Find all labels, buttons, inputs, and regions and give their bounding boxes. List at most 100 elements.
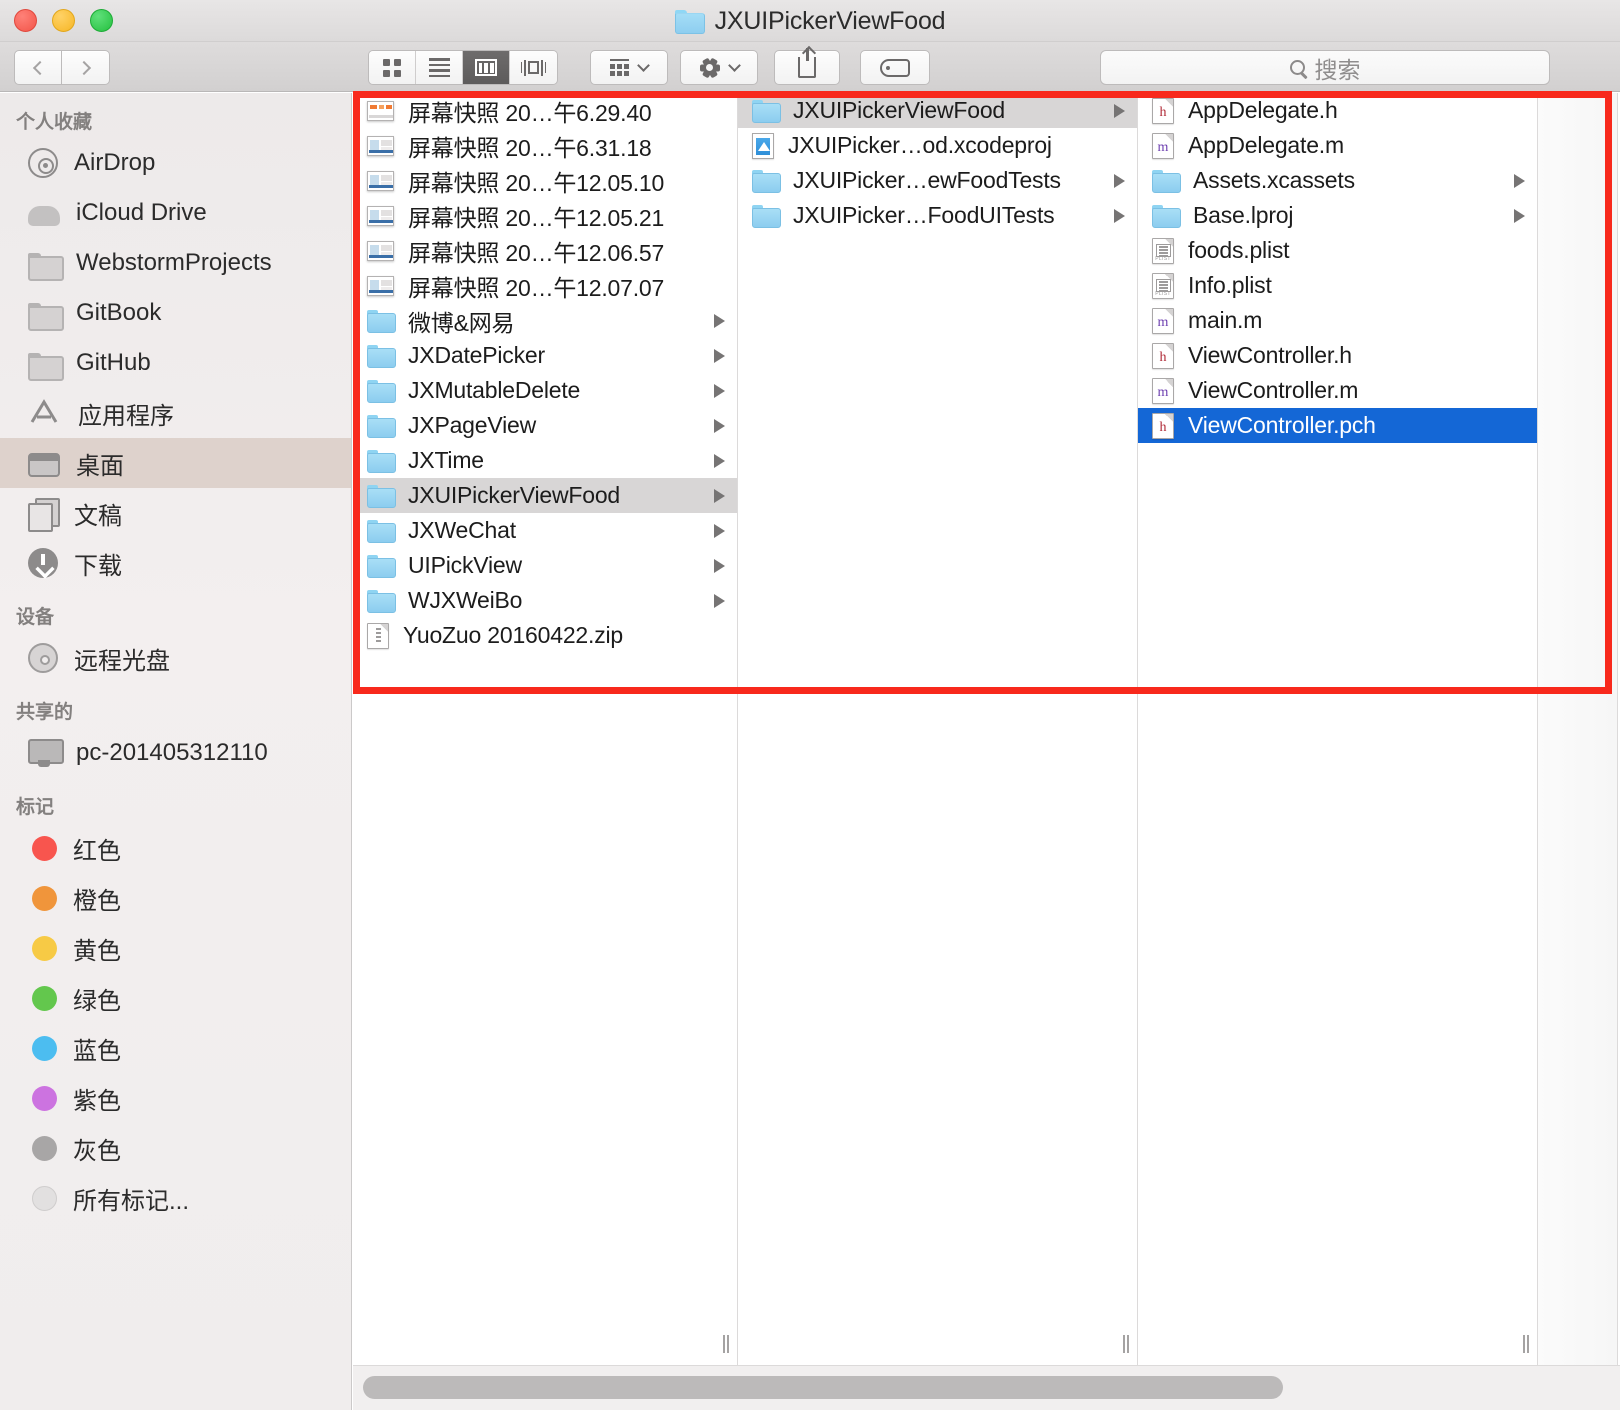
disclosure-triangle-icon[interactable] — [714, 488, 725, 503]
file-row[interactable]: JXWeChat — [353, 513, 737, 548]
sidebar-item-紫色[interactable]: 紫色 — [0, 1073, 351, 1123]
file-row[interactable]: 屏幕快照 20…午12.05.21 — [353, 198, 737, 233]
disclosure-triangle-icon[interactable] — [1114, 103, 1125, 118]
disclosure-triangle-icon[interactable] — [714, 593, 725, 608]
file-name: 屏幕快照 20…午6.29.40 — [408, 99, 652, 126]
file-row[interactable]: JXTime — [353, 443, 737, 478]
file-name: 屏幕快照 20…午12.06.57 — [408, 239, 665, 266]
sidebar-item-所有标记...[interactable]: 所有标记... — [0, 1173, 351, 1223]
disclosure-triangle-icon[interactable] — [714, 558, 725, 573]
tag-color-dot — [32, 835, 57, 861]
file-row[interactable]: JXUIPicker…od.xcodeproj — [738, 128, 1137, 163]
back-button[interactable] — [14, 50, 62, 85]
disclosure-triangle-icon[interactable] — [714, 313, 725, 328]
sidebar-item-桌面[interactable]: 桌面 — [0, 438, 351, 488]
file-row[interactable]: YuoZuo 20160422.zip — [353, 618, 737, 653]
coverflow-view-button[interactable] — [510, 51, 557, 84]
arrange-button[interactable] — [590, 50, 668, 85]
sidebar-item-灰色[interactable]: 灰色 — [0, 1123, 351, 1173]
sidebar-item-远程光盘[interactable]: 远程光盘 — [0, 633, 351, 683]
file-name: JXMutableDelete — [408, 377, 581, 403]
download-icon — [28, 548, 58, 578]
file-row[interactable]: WJXWeiBo — [353, 583, 737, 618]
folder-icon — [28, 252, 64, 281]
disclosure-triangle-icon[interactable] — [1114, 208, 1125, 223]
tag-button[interactable] — [860, 50, 930, 85]
file-row[interactable]: JXUIPickerViewFood — [353, 478, 737, 513]
grid-icon — [383, 58, 401, 77]
disclosure-triangle-icon[interactable] — [714, 348, 725, 363]
forward-button[interactable] — [62, 50, 110, 85]
list-view-button[interactable] — [416, 51, 463, 84]
file-row[interactable]: PLIST foods.plist — [1138, 233, 1537, 268]
sidebar-item-蓝色[interactable]: 蓝色 — [0, 1023, 351, 1073]
file-row[interactable]: h ViewController.h — [1138, 338, 1537, 373]
browser-column-4-empty[interactable] — [1538, 93, 1618, 1365]
file-name: JXUIPicker…od.xcodeproj — [788, 132, 1052, 158]
file-name: JXTime — [408, 447, 484, 473]
disclosure-triangle-icon[interactable] — [714, 383, 725, 398]
sidebar-item-label: GitHub — [76, 349, 151, 376]
file-row[interactable]: Base.lproj — [1138, 198, 1537, 233]
toolbar: 搜索 — [0, 42, 1620, 92]
sidebar-item-label: iCloud Drive — [76, 199, 207, 226]
sidebar-item-应用程序[interactable]: 应用程序 — [0, 388, 351, 438]
browser-column-3[interactable]: h AppDelegate.h m AppDelegate.m Assets.xcass… — [1138, 93, 1538, 1365]
icon-view-button[interactable] — [369, 51, 416, 84]
sidebar-item-红色[interactable]: 红色 — [0, 823, 351, 873]
column-view-button[interactable] — [463, 51, 510, 84]
sidebar-item-橙色[interactable]: 橙色 — [0, 873, 351, 923]
file-row[interactable]: JXUIPicker…ewFoodTests — [738, 163, 1137, 198]
sidebar-item-webstormprojects[interactable]: WebstormProjects — [0, 238, 351, 288]
sidebar-item-文稿[interactable]: 文稿 — [0, 488, 351, 538]
sidebar-item-绿色[interactable]: 绿色 — [0, 973, 351, 1023]
action-menu-button[interactable] — [680, 50, 758, 85]
file-name: JXWeChat — [408, 517, 516, 543]
search-field[interactable]: 搜索 — [1100, 50, 1550, 85]
file-row[interactable]: 屏幕快照 20…午6.29.40 — [353, 93, 737, 128]
file-row[interactable]: m ViewController.m — [1138, 373, 1537, 408]
file-row[interactable]: PLIST Info.plist — [1138, 268, 1537, 303]
source-file-icon: m — [1152, 307, 1174, 334]
sidebar-item-pc-201405312110[interactable]: pc-201405312110 — [0, 728, 351, 778]
sidebar-item-github[interactable]: GitHub — [0, 338, 351, 388]
sidebar-item-icloud-drive[interactable]: iCloud Drive — [0, 188, 351, 238]
sidebar-item-下载[interactable]: 下载 — [0, 538, 351, 588]
share-button[interactable] — [774, 48, 840, 85]
file-row[interactable]: h AppDelegate.h — [1138, 93, 1537, 128]
sidebar-item-黄色[interactable]: 黄色 — [0, 923, 351, 973]
column-resize-grip[interactable] — [1122, 1335, 1130, 1353]
file-row[interactable]: UIPickView — [353, 548, 737, 583]
file-row[interactable]: 屏幕快照 20…午12.05.10 — [353, 163, 737, 198]
column-resize-grip[interactable] — [722, 1335, 730, 1353]
disclosure-triangle-icon[interactable] — [714, 418, 725, 433]
file-row[interactable]: m AppDelegate.m — [1138, 128, 1537, 163]
file-row[interactable]: m main.m — [1138, 303, 1537, 338]
file-row[interactable]: JXMutableDelete — [353, 373, 737, 408]
sidebar[interactable]: 个人收藏 AirDrop iCloud Drive WebstormProjects G… — [0, 93, 352, 1410]
scrollbar-thumb[interactable] — [363, 1376, 1283, 1399]
disclosure-triangle-icon[interactable] — [1514, 173, 1525, 188]
sidebar-item-airdrop[interactable]: AirDrop — [0, 138, 351, 188]
folder-icon — [674, 10, 705, 34]
column-resize-grip[interactable] — [1522, 1335, 1530, 1353]
file-row[interactable]: 屏幕快照 20…午6.31.18 — [353, 128, 737, 163]
browser-column-2[interactable]: JXUIPickerViewFood JXUIPicker…od.xcodepro… — [738, 93, 1138, 1365]
file-row[interactable]: JXDatePicker — [353, 338, 737, 373]
disclosure-triangle-icon[interactable] — [1114, 173, 1125, 188]
horizontal-scrollbar[interactable] — [353, 1365, 1620, 1410]
disclosure-triangle-icon[interactable] — [714, 453, 725, 468]
file-row[interactable]: JXUIPicker…FoodUITests — [738, 198, 1137, 233]
file-row[interactable]: h ViewController.pch — [1138, 408, 1537, 443]
disclosure-triangle-icon[interactable] — [714, 523, 725, 538]
file-row[interactable]: JXPageView — [353, 408, 737, 443]
file-row[interactable]: 微博&网易 — [353, 303, 737, 338]
browser-column-1[interactable]: 屏幕快照 20…午6.29.40 屏幕快照 20…午6.31.18 屏幕快照 20…… — [353, 93, 738, 1365]
file-row[interactable]: Assets.xcassets — [1138, 163, 1537, 198]
file-row[interactable]: 屏幕快照 20…午12.07.07 — [353, 268, 737, 303]
file-name: JXUIPicker…ewFoodTests — [793, 167, 1061, 193]
file-row[interactable]: 屏幕快照 20…午12.06.57 — [353, 233, 737, 268]
sidebar-item-gitbook[interactable]: GitBook — [0, 288, 351, 338]
file-row[interactable]: JXUIPickerViewFood — [738, 93, 1137, 128]
disclosure-triangle-icon[interactable] — [1514, 208, 1525, 223]
